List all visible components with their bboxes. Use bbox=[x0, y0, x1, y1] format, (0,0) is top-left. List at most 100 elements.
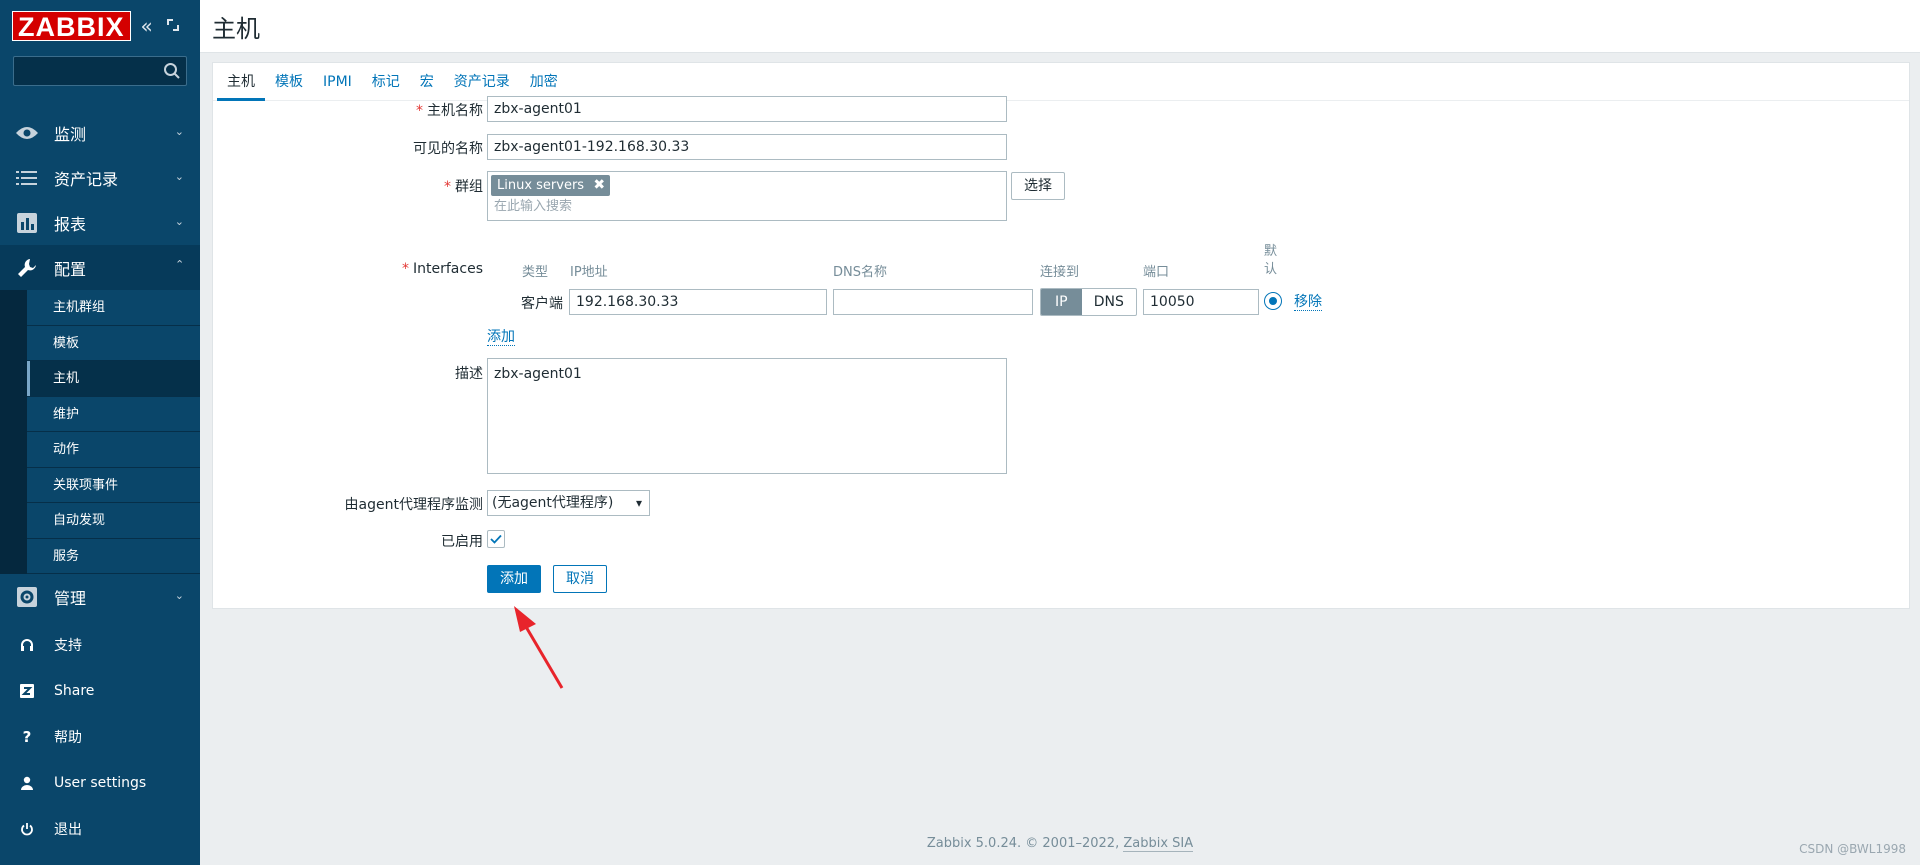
interfaces-label-text: Interfaces bbox=[413, 261, 483, 277]
menu-monitoring[interactable]: 监测 ⌄ bbox=[0, 110, 200, 155]
proxy-select[interactable]: (无agent代理程序) ▾ bbox=[487, 490, 650, 516]
menu-label: 监测 bbox=[54, 124, 87, 144]
collapse-sidebar-icon[interactable]: « bbox=[141, 16, 153, 36]
share-z-icon bbox=[18, 684, 36, 698]
add-button[interactable]: 添加 bbox=[487, 565, 541, 593]
tab-host[interactable]: 主机 bbox=[217, 63, 265, 101]
connect-to-toggle: IP DNS bbox=[1040, 288, 1137, 316]
visible-name-input[interactable] bbox=[487, 134, 1007, 160]
menu-user-settings[interactable]: User settings bbox=[0, 760, 200, 806]
interface-dns-input[interactable] bbox=[833, 289, 1033, 315]
tab-encryption[interactable]: 加密 bbox=[520, 63, 568, 100]
interface-port-input[interactable] bbox=[1143, 289, 1259, 315]
submenu-actions[interactable]: 动作 bbox=[27, 432, 200, 468]
submenu-services[interactable]: 服务 bbox=[27, 539, 200, 574]
watermark: CSDN @BWL1998 bbox=[1799, 842, 1906, 856]
group-chip-label: Linux servers bbox=[497, 178, 585, 193]
proxy-select-value: (无agent代理程序) bbox=[492, 495, 614, 511]
menu-sign-out[interactable]: 退出 bbox=[0, 806, 200, 852]
logo-row: ZABBIX « bbox=[0, 0, 200, 52]
menu-label: 支持 bbox=[54, 638, 82, 654]
host-form-panel: 主机 模板 IPMI 标记 宏 资产记录 加密 *主机名称 可见的名称 *群组 … bbox=[212, 62, 1910, 609]
sidebar: ZABBIX « 监测 ⌄ 资产记录 ⌄ 报表 ⌄ 配置 ⌄ 主机群组 模板 主… bbox=[0, 0, 200, 865]
groups-search-input[interactable] bbox=[494, 198, 894, 213]
footer-link[interactable]: Zabbix SIA bbox=[1123, 836, 1194, 852]
connect-ip-option[interactable]: IP bbox=[1041, 289, 1082, 315]
submenu-discovery[interactable]: 自动发现 bbox=[27, 503, 200, 539]
host-name-input[interactable] bbox=[487, 96, 1007, 122]
groups-multiselect[interactable]: Linux servers ✖ bbox=[487, 171, 1007, 221]
menu-administration[interactable]: 管理 ⌄ bbox=[0, 574, 200, 619]
required-mark: * bbox=[444, 179, 451, 195]
submenu-host-groups[interactable]: 主机群组 bbox=[27, 290, 200, 326]
chevron-down-icon: ▾ bbox=[635, 496, 642, 510]
interfaces-header-ip: IP地址 bbox=[570, 265, 608, 280]
default-interface-radio[interactable] bbox=[1264, 292, 1282, 310]
page-header: 主机 bbox=[200, 0, 1920, 53]
interfaces-header-connect: 连接到 bbox=[1040, 265, 1080, 280]
tab-bar: 主机 模板 IPMI 标记 宏 资产记录 加密 bbox=[213, 63, 1909, 101]
tab-ipmi[interactable]: IPMI bbox=[313, 63, 362, 100]
host-name-label: * 主机名称 bbox=[213, 100, 483, 120]
zabbix-logo[interactable]: ZABBIX bbox=[12, 11, 131, 42]
remove-interface-link[interactable]: 移除 bbox=[1294, 294, 1322, 311]
cancel-button[interactable]: 取消 bbox=[553, 565, 607, 593]
select-groups-button[interactable]: 选择 bbox=[1011, 172, 1065, 200]
submenu-templates[interactable]: 模板 bbox=[27, 326, 200, 361]
proxy-label: 由agent代理程序监测 bbox=[344, 497, 483, 513]
menu-reports[interactable]: 报表 ⌄ bbox=[0, 200, 200, 245]
required-mark: * bbox=[402, 261, 410, 277]
footer-text: Zabbix 5.0.24. © 2001–2022, bbox=[926, 836, 1120, 851]
sidebar-search bbox=[13, 56, 187, 86]
tab-tags[interactable]: 标记 bbox=[362, 63, 410, 100]
visible-name-label: 可见的名称 bbox=[413, 141, 483, 157]
enabled-checkbox[interactable] bbox=[487, 530, 505, 548]
bottom-menu: 支持 Share ? 帮助 User settings 退出 bbox=[0, 622, 200, 852]
interface-ip-input[interactable] bbox=[569, 289, 827, 315]
description-textarea[interactable]: zbx-agent01 bbox=[487, 358, 1007, 474]
interfaces-header-default: 默认 bbox=[1264, 244, 1278, 277]
tab-macros[interactable]: 宏 bbox=[410, 63, 444, 100]
power-icon bbox=[18, 822, 36, 836]
list-icon bbox=[14, 167, 40, 189]
menu-label: User settings bbox=[54, 775, 147, 791]
search-icon[interactable] bbox=[163, 62, 181, 84]
headset-icon bbox=[18, 638, 36, 652]
menu-configuration[interactable]: 配置 ⌄ bbox=[0, 245, 200, 290]
interfaces-header-type: 类型 bbox=[522, 265, 549, 280]
gear-icon bbox=[14, 586, 40, 608]
host-name-label-text: 主机名称 bbox=[427, 103, 483, 119]
eye-icon bbox=[14, 122, 40, 144]
menu-label: 退出 bbox=[54, 822, 82, 838]
wrench-icon bbox=[14, 257, 40, 279]
menu-label: 资产记录 bbox=[54, 169, 119, 189]
menu-help[interactable]: ? 帮助 bbox=[0, 714, 200, 760]
submenu-event-correlation[interactable]: 关联项事件 bbox=[27, 468, 200, 503]
menu-inventory[interactable]: 资产记录 ⌄ bbox=[0, 155, 200, 200]
remove-chip-icon[interactable]: ✖ bbox=[593, 175, 605, 196]
add-interface-link[interactable]: 添加 bbox=[487, 329, 515, 346]
submenu-maintenance[interactable]: 维护 bbox=[27, 397, 200, 432]
enabled-label: 已启用 bbox=[441, 534, 483, 550]
checkmark-icon bbox=[490, 534, 502, 544]
connect-dns-option[interactable]: DNS bbox=[1082, 289, 1136, 315]
chevron-down-icon: ⌄ bbox=[174, 125, 184, 138]
menu-support[interactable]: 支持 bbox=[0, 622, 200, 668]
chevron-down-icon: ⌄ bbox=[174, 170, 184, 183]
tab-templates[interactable]: 模板 bbox=[265, 63, 313, 100]
kiosk-mode-icon[interactable] bbox=[165, 16, 181, 36]
interfaces-header-port: 端口 bbox=[1143, 265, 1170, 280]
required-mark: * bbox=[416, 103, 423, 119]
chevron-down-icon: ⌄ bbox=[174, 215, 184, 228]
group-chip: Linux servers ✖ bbox=[491, 175, 611, 196]
groups-label: * 群组 bbox=[213, 176, 483, 196]
submenu-hosts[interactable]: 主机 bbox=[27, 361, 200, 397]
page-title: 主机 bbox=[212, 14, 260, 43]
footer: Zabbix 5.0.24. © 2001–2022, Zabbix SIA bbox=[200, 836, 1920, 852]
menu-share[interactable]: Share bbox=[0, 668, 200, 714]
menu-label: 配置 bbox=[54, 259, 87, 279]
description-label: 描述 bbox=[455, 366, 483, 382]
sidebar-search-input[interactable] bbox=[14, 57, 186, 85]
main-content: 主机 主机 模板 IPMI 标记 宏 资产记录 加密 *主机名称 可见的名称 *… bbox=[200, 0, 1920, 865]
tab-inventory[interactable]: 资产记录 bbox=[444, 63, 520, 100]
